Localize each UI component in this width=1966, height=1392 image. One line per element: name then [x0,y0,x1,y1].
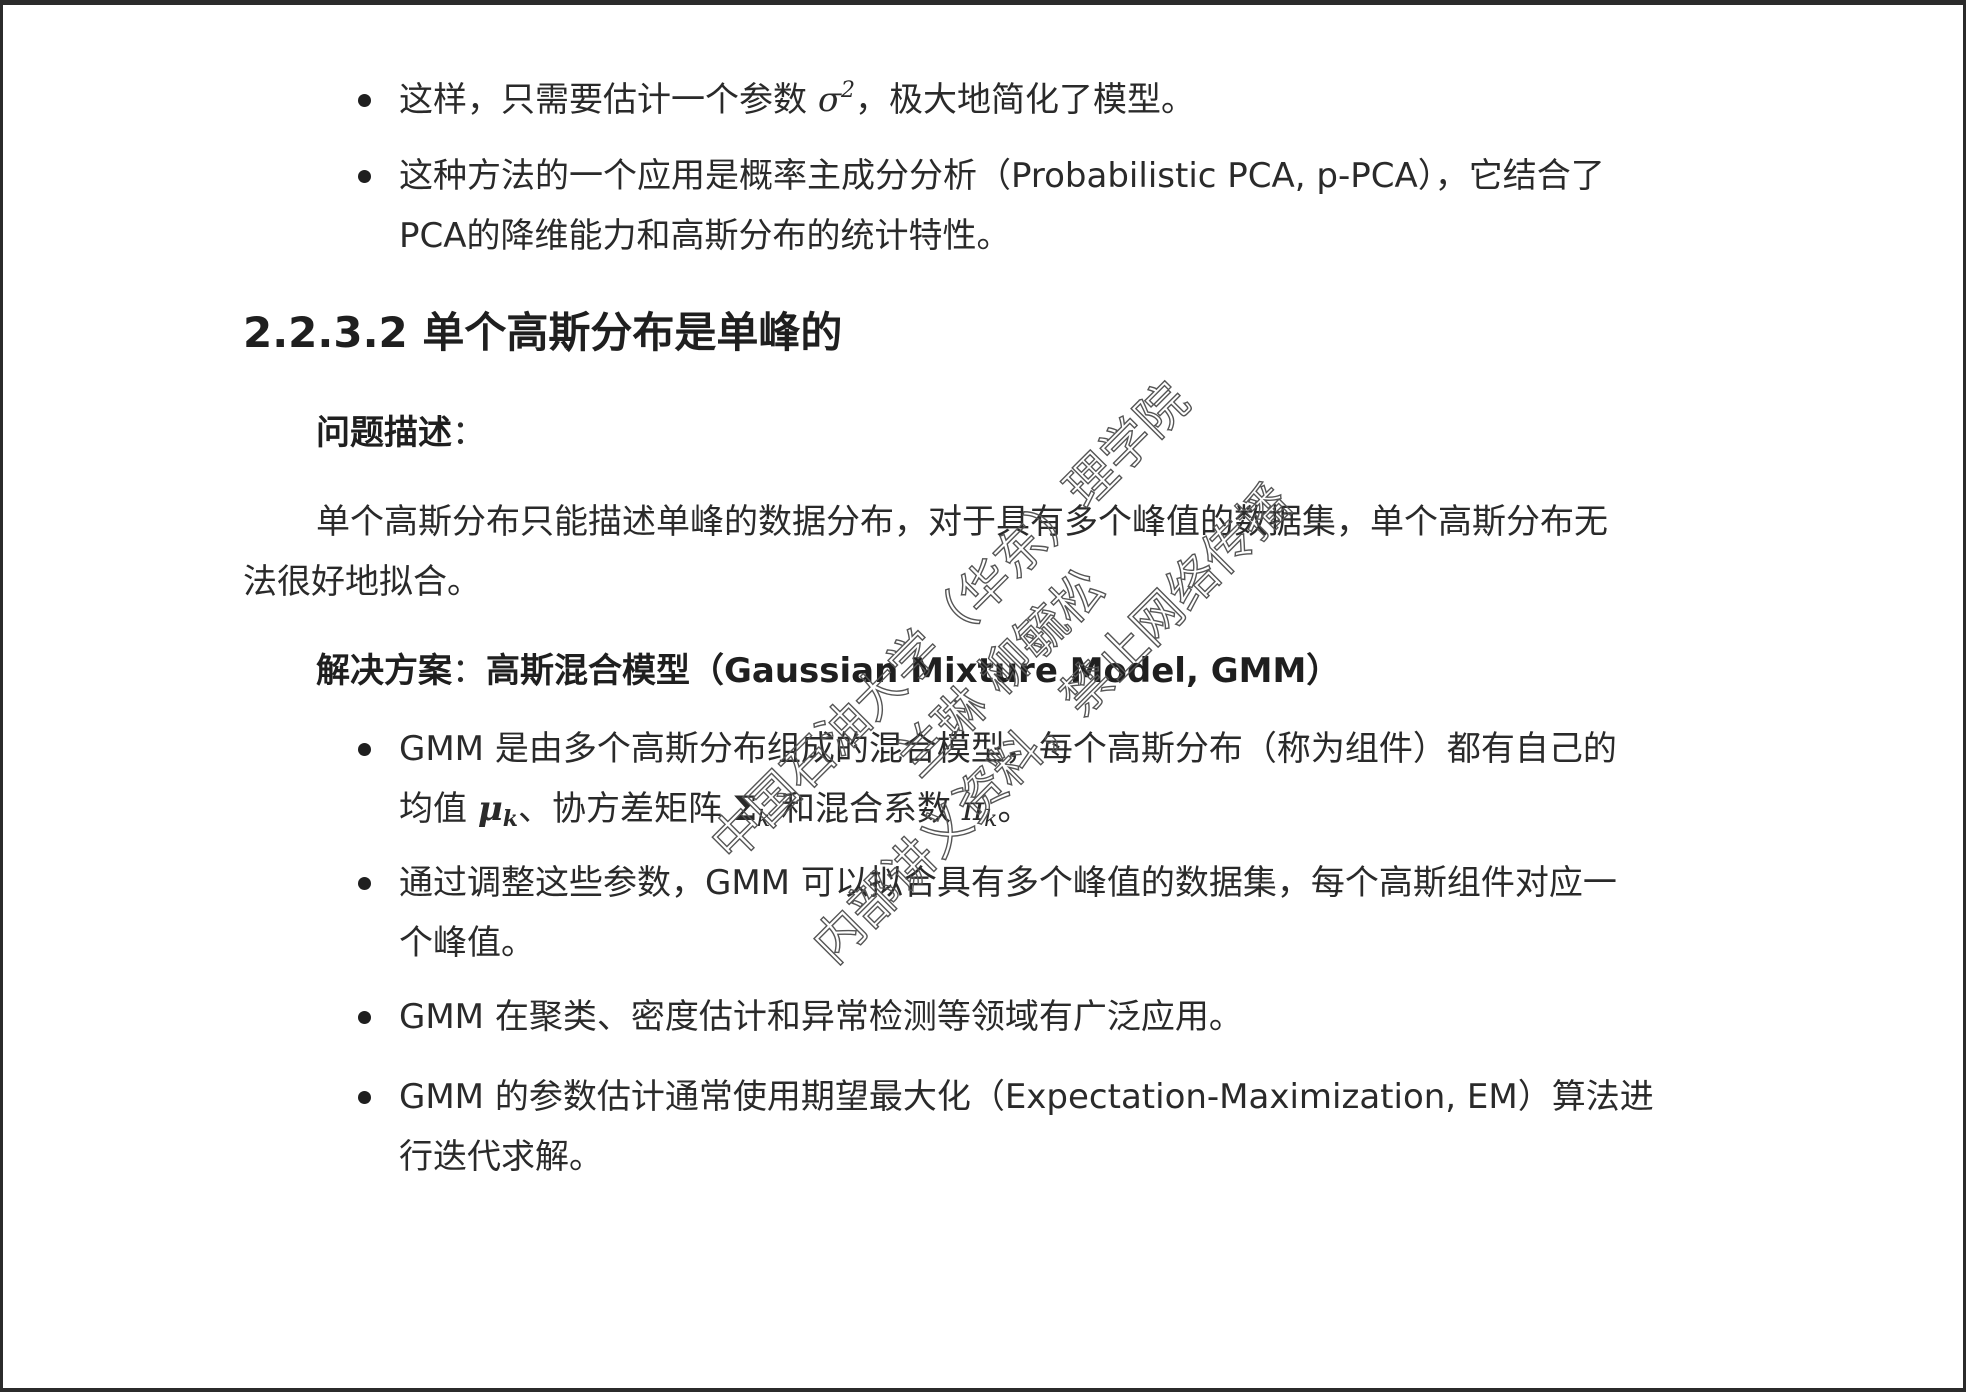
problem-label: 问题描述 [316,413,452,453]
problem-label-line: 问题描述： [316,403,486,463]
bullet-item-ppca-line1: 这种方法的一个应用是概率主成分分析（Probabilistic PCA, p-P… [399,156,1605,196]
bullet-dot [358,1011,371,1024]
bullet-item-estimate-param: 这样，只需要估计一个参数 σ2，极大地简化了模型。 [399,70,1195,130]
bullet-item-gmm-definition-line1: GMM 是由多个高斯分布组成的混合模型，每个高斯分布（称为组件）都有自己的 [399,729,1617,769]
document-page: 这样，只需要估计一个参数 σ2，极大地简化了模型。 这种方法的一个应用是概率主成… [3,5,1963,1388]
bullet-dot [358,170,371,183]
math-sigma-matrix: Σk [732,789,771,832]
solution-label: 解决方案 [316,651,452,691]
bullet-item-gmm-fit-line2: 个峰值。 [399,923,535,963]
solution-value: 高斯混合模型（Gaussian Mixture Model, GMM） [486,651,1341,691]
bullet-item-gmm-fit-line1: 通过调整这些参数，GMM 可以拟合具有多个峰值的数据集，每个高斯组件对应一 [399,863,1617,903]
problem-text-line1: 单个高斯分布只能描述单峰的数据分布，对于具有多个峰值的数据集，单个高斯分布无 [316,502,1608,542]
math-mu: μk [477,789,518,832]
bullet-dot [358,743,371,756]
solution-colon: ： [452,651,486,691]
solution-line: 解决方案：高斯混合模型（Gaussian Mixture Model, GMM） [316,641,1340,701]
bullet-item-gmm-applications: GMM 在聚类、密度估计和异常检测等领域有广泛应用。 [399,997,1243,1037]
bullet-dot [358,877,371,890]
math-pi: πk [961,789,998,832]
problem-colon: ： [452,413,486,453]
problem-text-line2: 法很好地拟合。 [243,562,481,602]
bullet-dot [358,1091,371,1104]
bullet-text: ，极大地简化了模型。 [855,80,1196,120]
section-heading: 2.2.3.2 单个高斯分布是单峰的 [243,308,843,357]
bullet-item-gmm-em-line2: 行迭代求解。 [399,1137,603,1177]
bullet-dot [358,94,371,107]
bullet-item-ppca-line2: PCA的降维能力和高斯分布的统计特性。 [399,216,1011,256]
bullet-item-gmm-em-line1: GMM 的参数估计通常使用期望最大化（Expectation-Maximizat… [399,1077,1654,1117]
bullet-text: 这样，只需要估计一个参数 [399,80,818,120]
math-sigma: σ2 [817,78,856,121]
bullet-item-gmm-definition-line2: 均值 μk、协方差矩阵 Σk 和混合系数 πk。 [399,789,1032,832]
